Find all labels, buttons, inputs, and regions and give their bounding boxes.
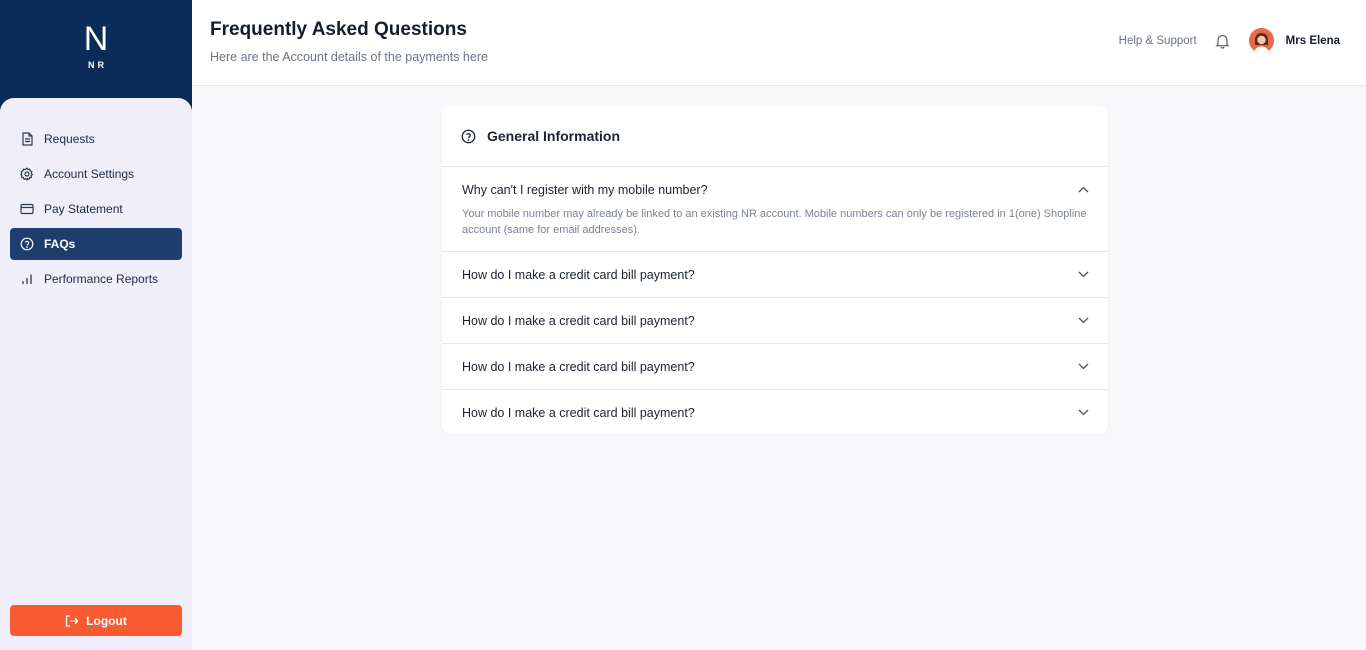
question-circle-icon <box>20 237 34 251</box>
chevron-down-icon[interactable] <box>1077 315 1089 327</box>
faq-item[interactable]: Why can't I register with my mobile numb… <box>442 167 1108 252</box>
faq-item[interactable]: How do I make a credit card bill payment… <box>442 298 1108 344</box>
header-actions: Help & Support Mrs Elena <box>1119 28 1340 53</box>
logout-button[interactable]: Logout <box>10 605 182 636</box>
faq-question: How do I make a credit card bill payment… <box>462 405 695 420</box>
faq-question-row[interactable]: How do I make a credit card bill payment… <box>462 252 1089 297</box>
chevron-down-icon[interactable] <box>1077 361 1089 373</box>
sidebar: N NR Requests Account Settings Pay State… <box>0 0 192 650</box>
faq-question-row[interactable]: How do I make a credit card bill payment… <box>462 344 1089 389</box>
user-name: Mrs Elena <box>1285 34 1340 47</box>
faq-answer: Your mobile number may already be linked… <box>462 208 1087 236</box>
page-title: Frequently Asked Questions <box>210 19 467 40</box>
faq-item[interactable]: How do I make a credit card bill payment… <box>442 390 1108 435</box>
faq-question: How do I make a credit card bill payment… <box>462 267 695 282</box>
logout-icon <box>66 614 79 627</box>
faq-item[interactable]: How do I make a credit card bill payment… <box>442 252 1108 298</box>
gear-icon <box>20 167 34 181</box>
faq-section-header: General Information <box>442 106 1108 167</box>
faq-item[interactable]: How do I make a credit card bill payment… <box>442 344 1108 390</box>
bar-chart-icon <box>20 272 34 286</box>
page-header: Frequently Asked Questions Here are the … <box>192 0 1366 86</box>
sidebar-item-performance-reports[interactable]: Performance Reports <box>10 263 182 295</box>
brand-subtitle: NR <box>88 60 107 70</box>
faq-question-row[interactable]: How do I make a credit card bill payment… <box>462 298 1089 343</box>
chevron-up-icon[interactable] <box>1077 184 1089 196</box>
faq-question-row[interactable]: How do I make a credit card bill payment… <box>462 390 1089 435</box>
file-icon <box>20 132 34 146</box>
help-support-link[interactable]: Help & Support <box>1119 35 1197 47</box>
sidebar-item-label: Pay Statement <box>44 202 123 216</box>
chevron-down-icon[interactable] <box>1077 269 1089 281</box>
faq-question: How do I make a credit card bill payment… <box>462 359 695 374</box>
sidebar-item-label: Account Settings <box>44 167 135 181</box>
faq-section-title: General Information <box>487 128 621 144</box>
sidebar-item-label: Requests <box>44 132 95 146</box>
sidebar-item-label: FAQs <box>44 237 76 251</box>
sidebar-item-account-settings[interactable]: Account Settings <box>10 158 182 190</box>
faq-question: Why can't I register with my mobile numb… <box>462 182 708 197</box>
sidebar-item-faqs[interactable]: FAQs <box>10 228 182 260</box>
faq-question: How do I make a credit card bill payment… <box>462 313 695 328</box>
avatar[interactable] <box>1248 28 1274 53</box>
sidebar-item-requests[interactable]: Requests <box>10 123 182 155</box>
sidebar-item-label: Performance Reports <box>44 272 159 286</box>
logout-label: Logout <box>86 613 127 628</box>
credit-card-icon <box>20 202 34 216</box>
faq-card: General Information Why can't I register… <box>442 106 1108 434</box>
sidebar-item-pay-statement[interactable]: Pay Statement <box>10 193 182 225</box>
brand-mark: N <box>83 20 109 58</box>
chevron-down-icon[interactable] <box>1077 407 1089 419</box>
page-subtitle: Here are the Account details of the paym… <box>210 50 488 64</box>
bell-icon[interactable] <box>1215 33 1231 49</box>
nav-panel: Requests Account Settings Pay Statement … <box>0 98 192 650</box>
sidebar-nav: Requests Account Settings Pay Statement … <box>0 98 192 295</box>
question-circle-icon <box>461 128 477 144</box>
brand-logo[interactable]: N NR <box>0 0 192 98</box>
